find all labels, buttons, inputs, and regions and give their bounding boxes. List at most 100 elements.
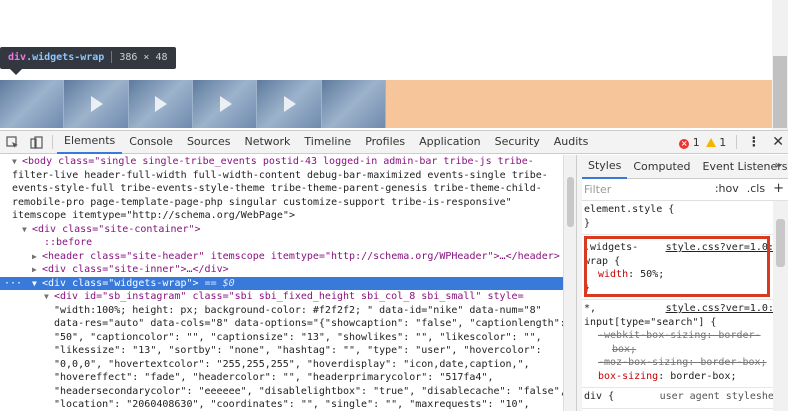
device-toolbar-icon[interactable]	[24, 131, 48, 153]
instagram-thumbnail[interactable]	[192, 80, 258, 128]
rule-source-label: user agent stylesheet	[659, 391, 786, 402]
filter-actions: :hov .cls +	[715, 182, 784, 195]
property-box-sizing[interactable]: box-sizing: border-box;	[584, 370, 784, 384]
instagram-widget-highlight[interactable]	[0, 80, 386, 128]
scrollbar-thumb[interactable]	[567, 177, 574, 227]
dom-node-header[interactable]: ▶ <header class="site-header" itemscope i…	[0, 250, 563, 264]
expand-arrow-icon[interactable]: ▼	[32, 277, 42, 291]
tab-audits[interactable]: Audits	[547, 131, 596, 153]
node-text-cont: data-res="auto" data-cols="8" data-optio…	[54, 318, 563, 329]
toolbar-divider	[52, 135, 53, 149]
tooltip-tag: div	[8, 52, 27, 63]
play-icon	[90, 96, 103, 112]
property-overridden[interactable]: -webkit-box-sizing: border-	[584, 329, 784, 343]
dom-node-before[interactable]: ::before	[0, 236, 563, 250]
styles-scrollbar[interactable]	[773, 201, 788, 411]
error-count: 1	[692, 135, 700, 149]
node-text: <div class="site-container">	[32, 223, 201, 235]
tab-computed[interactable]: Computed	[627, 156, 696, 178]
error-counter[interactable]: × 1	[679, 136, 700, 149]
rule-box-sizing[interactable]: *, style.css?ver=1.0:86 input[type="sear…	[582, 300, 788, 388]
tab-security[interactable]: Security	[488, 131, 547, 153]
inspect-element-icon[interactable]	[0, 131, 24, 153]
collapse-arrow-icon[interactable]: ▶	[32, 263, 42, 277]
scrollbar-thumb[interactable]	[776, 219, 785, 267]
property-overridden-cont: box;	[612, 343, 637, 355]
instagram-thumbnail[interactable]	[321, 80, 386, 128]
tooltip-divider	[111, 51, 113, 63]
rule-selector: input[type="search"] {	[584, 316, 717, 328]
node-text: <div class="site-inner">…</div>	[42, 264, 229, 275]
dom-tree-scrollbar[interactable]	[563, 155, 576, 411]
node-text-cont: events-style-full tribe-events-style-the…	[12, 183, 542, 194]
node-text: <header class="site-header" itemscope it…	[42, 250, 560, 262]
node-text-cont: "width:100%; height: px; background-colo…	[54, 304, 542, 316]
node-text: <body class="single single-tribe_events …	[22, 156, 534, 167]
ellipsis-icon[interactable]: ···	[4, 277, 32, 291]
node-text-cont: "headersecondarycolor": "eeeeee", "disab…	[54, 385, 563, 397]
more-options-icon[interactable]: ⋮	[747, 135, 760, 150]
play-icon	[283, 96, 296, 112]
dom-node-widgets-wrap[interactable]: ··· ▼ <div class="widgets-wrap"> == $0	[0, 276, 563, 291]
dom-node-site-inner[interactable]: ▶ <div class="site-inner">…</div>	[0, 263, 563, 277]
page-scrollbar-thumb[interactable]	[773, 56, 787, 128]
expand-arrow-icon[interactable]: ▼	[22, 223, 32, 237]
rule-close: }	[584, 217, 591, 229]
dom-node-sb-instagram[interactable]: ▼ <div id="sb_instagram" class="sbi sbi_f…	[0, 290, 563, 304]
expand-arrow-icon[interactable]: ▼	[44, 290, 54, 304]
styles-filter-input[interactable]	[584, 183, 674, 196]
selected-marker: == $0	[198, 277, 235, 289]
class-toggle[interactable]: .cls	[747, 182, 765, 195]
instagram-thumbnail[interactable]	[0, 80, 65, 128]
instagram-thumbnail[interactable]	[64, 80, 129, 128]
toolbar-divider	[736, 135, 738, 149]
warning-icon	[705, 138, 716, 147]
property-overridden[interactable]: -moz-box-sizing: border-box;	[584, 356, 784, 370]
more-tabs-icon[interactable]: »	[775, 158, 782, 172]
node-text-cont: "likessize": "13", "sortby": "none", "ha…	[54, 345, 542, 356]
tab-styles[interactable]: Styles	[582, 155, 628, 179]
tab-timeline[interactable]: Timeline	[297, 131, 358, 153]
instagram-thumbnail[interactable]	[257, 80, 322, 128]
rule-element-style[interactable]: element.style { }	[582, 201, 788, 235]
close-icon[interactable]: ✕	[772, 134, 784, 150]
play-icon	[219, 96, 232, 112]
error-icon: ×	[679, 138, 690, 149]
node-text: <div class="widgets-wrap">	[42, 277, 199, 289]
page-scrollbar[interactable]	[772, 0, 788, 130]
page-viewport: div.widgets-wrap 386 × 48	[0, 0, 788, 130]
element-tooltip: div.widgets-wrap 386 × 48	[0, 47, 176, 69]
warning-counter[interactable]: 1	[705, 135, 727, 149]
tab-sources[interactable]: Sources	[180, 131, 238, 153]
node-text-cont: "hovereffect": "fade", "headercolor": ""…	[54, 372, 494, 383]
dom-node-body[interactable]: ▼ <body class="single single-tribe_events…	[0, 155, 563, 169]
annotation-highlight-box	[584, 236, 770, 297]
property-value[interactable]: border-box;	[670, 371, 736, 382]
instagram-thumbnail[interactable]	[128, 80, 193, 128]
toolbar-status: × 1 1 ⋮ ✕	[679, 131, 784, 153]
tab-profiles[interactable]: Profiles	[358, 131, 412, 153]
node-text: ::before	[44, 237, 93, 248]
node-text-cont: filter-live header-full-width full-width…	[12, 169, 548, 181]
rule-div[interactable]: div { user agent stylesheet	[582, 388, 788, 409]
node-text-cont: "50", "captioncolor": "", "captionsize":…	[54, 331, 542, 343]
property-name[interactable]: box-sizing	[584, 371, 658, 382]
warning-count: 1	[719, 135, 727, 149]
node-text-cont: "location": "2060408630", "coordinates":…	[54, 399, 530, 410]
tooltip-arrow	[10, 69, 22, 75]
rule-selector: element.style {	[584, 204, 675, 215]
node-text: <div id="sb_instagram" class="sbi sbi_fi…	[54, 291, 524, 302]
add-rule-icon[interactable]: +	[773, 182, 784, 195]
tooltip-dimensions: 386 × 48	[119, 52, 168, 63]
tab-elements[interactable]: Elements	[57, 130, 123, 154]
expand-arrow-icon[interactable]: ▼	[12, 155, 22, 169]
styles-filter-row: :hov .cls +	[582, 179, 788, 201]
tab-network[interactable]: Network	[237, 131, 297, 153]
collapse-arrow-icon[interactable]: ▶	[32, 250, 42, 264]
tab-console[interactable]: Console	[122, 131, 180, 153]
rule-source-link[interactable]: style.css?ver=1.0:86	[666, 302, 786, 316]
hover-state-toggle[interactable]: :hov	[715, 182, 739, 195]
dom-tree[interactable]: ▼ <body class="single single-tribe_events…	[0, 155, 563, 411]
tab-application[interactable]: Application	[412, 131, 487, 153]
dom-node-site-container[interactable]: ▼ <div class="site-container">	[0, 223, 563, 237]
